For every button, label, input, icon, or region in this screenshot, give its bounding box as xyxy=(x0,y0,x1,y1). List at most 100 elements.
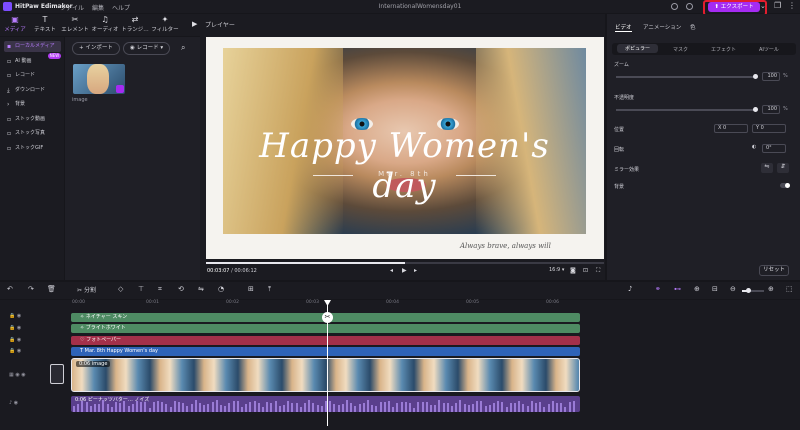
download-icon[interactable] xyxy=(686,3,693,10)
flip-vertical-icon[interactable]: ⇵ xyxy=(777,163,789,173)
tab-color[interactable]: 色 xyxy=(690,23,696,31)
import-button[interactable]: + インポート xyxy=(72,42,120,55)
zoom-out-icon[interactable]: ⊖ xyxy=(730,285,736,293)
audio-track-controls[interactable]: ♪ ◉ xyxy=(9,400,18,406)
waveform-bar xyxy=(157,401,159,412)
audio-clip[interactable]: 0:06 ピーナッツバター… ノイズ xyxy=(71,396,580,412)
fullscreen-icon[interactable]: ⛶ xyxy=(596,267,600,275)
opacity-value-input[interactable]: 100 xyxy=(762,105,780,114)
sidebar-item-local-media[interactable]: ▪ ローカルメディア xyxy=(4,41,61,52)
link-icon[interactable]: ⚭ xyxy=(655,285,661,293)
sidebar-item-stock-video[interactable]: ▫ ストック動画 xyxy=(4,114,61,125)
media-thumbnail[interactable] xyxy=(73,64,125,94)
split-label: 分割 xyxy=(83,287,96,294)
tab-elements[interactable]: ✂ エレメント xyxy=(60,15,90,33)
export-dropdown-icon[interactable]: ⌄ xyxy=(760,2,766,10)
play-icon[interactable]: ▶ xyxy=(402,267,407,274)
zoom-in-icon[interactable]: ⊕ xyxy=(768,285,774,293)
subtab-mask[interactable]: マスク xyxy=(673,46,688,53)
effect-track-clip[interactable]: ✧ ブライトホワイト xyxy=(71,324,580,333)
zoom-value-input[interactable]: 100 xyxy=(762,72,780,81)
microphone-icon[interactable]: ♪ xyxy=(628,285,632,293)
waveform-bar xyxy=(417,401,420,412)
track-lock-icon[interactable]: 🔒 ◉ xyxy=(9,313,21,319)
background-toggle[interactable] xyxy=(780,183,790,188)
subtab-effect[interactable]: エフェクト xyxy=(711,46,736,53)
sidebar-item-background[interactable]: › 背景 xyxy=(4,99,61,110)
magnet-icon[interactable]: ⊷ xyxy=(674,285,681,293)
aspect-ratio-select[interactable]: 16:9 ▾ xyxy=(549,267,564,273)
toolbar-more-icon[interactable]: ▶ xyxy=(192,20,197,28)
restore-window-icon[interactable]: ❐ xyxy=(774,1,781,10)
title-overlay-text[interactable]: Happy Women's day xyxy=(223,126,586,206)
tab-video[interactable]: ビデオ xyxy=(615,23,632,32)
split-button[interactable]: ✂ 分割 xyxy=(77,285,96,294)
track-cover-icon[interactable] xyxy=(50,364,64,384)
tab-animation[interactable]: アニメーション xyxy=(643,23,681,31)
reset-button[interactable]: リセット xyxy=(759,265,789,276)
preview-track-icon[interactable]: ⊕ xyxy=(694,285,700,293)
mirror-tool-icon[interactable]: ⇋ xyxy=(198,285,204,293)
sidebar-item-download[interactable]: ⤓ ダウンロード xyxy=(4,85,61,96)
menu-file[interactable]: ファイル xyxy=(60,3,84,12)
opacity-slider[interactable] xyxy=(616,107,758,112)
waveform-bar xyxy=(543,406,546,412)
crop-tool-icon[interactable]: ⌗ xyxy=(158,285,162,294)
record-dropdown[interactable]: ◉ レコード ▾ xyxy=(123,42,171,55)
extract-tool-icon[interactable]: ⤒ xyxy=(268,285,271,294)
playback-progress[interactable] xyxy=(206,262,604,264)
subtab-ai-tools[interactable]: AIツール xyxy=(759,46,779,53)
sidebar-item-record[interactable]: ▫ レコード xyxy=(4,70,61,81)
speed-tool-icon[interactable]: ◔ xyxy=(218,285,224,293)
rotation-dial-icon[interactable]: ◐ xyxy=(752,144,756,150)
date-overlay-text[interactable]: Mar. 8th xyxy=(223,170,586,178)
settings-icon[interactable] xyxy=(671,3,678,10)
video-clip[interactable]: 0:06 image xyxy=(71,358,580,392)
menu-help[interactable]: ヘルプ xyxy=(112,3,130,12)
redo-icon[interactable]: ↷ xyxy=(28,285,34,293)
timeline-zoom-slider[interactable] xyxy=(742,288,764,293)
rotation-value-input[interactable]: 0° xyxy=(762,144,786,153)
rotation-label: 回転 xyxy=(614,147,625,153)
tab-transitions[interactable]: ⇄ トランジ… xyxy=(120,15,150,33)
menu-kebab-icon[interactable]: ⋮ xyxy=(788,1,796,10)
flip-horizontal-icon[interactable]: ⇋ xyxy=(761,163,773,173)
track-lock-icon[interactable]: 🔒 ◉ xyxy=(9,325,21,331)
freeze-icon[interactable]: ◇ xyxy=(118,285,123,293)
tab-filters[interactable]: ✦ フィルター xyxy=(150,15,180,33)
track-lock-icon[interactable]: 🔒 ◉ xyxy=(9,337,21,343)
opacity-slider-knob[interactable] xyxy=(753,107,758,112)
position-x-input[interactable]: X 0 xyxy=(714,124,748,133)
video-track-controls[interactable]: ▦ ◉ ◉ xyxy=(9,372,26,378)
crop-icon[interactable]: ⊡ xyxy=(583,267,588,274)
undo-icon[interactable]: ↶ xyxy=(7,285,13,293)
sidebar-item-stock-gif[interactable]: ▫ ストックGIF xyxy=(4,143,61,154)
fit-timeline-icon[interactable]: ⬚ xyxy=(786,285,793,293)
rotate-tool-icon[interactable]: ⟲ xyxy=(178,285,184,293)
prev-frame-icon[interactable]: ◂ xyxy=(390,267,393,274)
export-button[interactable]: ⬆ エクスポート xyxy=(708,2,760,12)
next-frame-icon[interactable]: ▸ xyxy=(414,267,417,274)
split-scissors-icon[interactable]: ✂ xyxy=(322,312,333,323)
timeline-zoom-knob[interactable] xyxy=(746,288,751,293)
menu-edit[interactable]: 編集 xyxy=(92,3,104,12)
text-track-clip[interactable]: T Mar. 8th Happy Women's day xyxy=(71,347,580,356)
opacity-unit: % xyxy=(783,106,788,112)
snapshot-icon[interactable]: ◙ xyxy=(570,267,576,274)
tab-audio[interactable]: ♫ オーディオ xyxy=(90,15,120,33)
position-y-input[interactable]: Y 0 xyxy=(752,124,786,133)
tab-text[interactable]: T テキスト xyxy=(30,15,60,33)
fit-tool-icon[interactable]: ⊞ xyxy=(248,285,254,293)
zoom-slider[interactable] xyxy=(616,74,758,79)
search-icon[interactable]: ⌕ xyxy=(181,43,185,53)
delete-icon[interactable]: 🗑 xyxy=(47,285,56,293)
track-settings-icon[interactable]: ⊟ xyxy=(712,285,718,293)
subtab-popular[interactable]: ポピュラー xyxy=(617,44,659,53)
text-tool-icon[interactable]: ⊤ xyxy=(138,285,144,293)
zoom-slider-knob[interactable] xyxy=(753,74,758,79)
filter-track-clip[interactable]: ♡ フォトペーパー xyxy=(71,336,580,345)
sidebar-item-label: 背景 xyxy=(15,101,26,107)
sidebar-item-stock-photo[interactable]: ▫ ストック写真 xyxy=(4,128,61,139)
tab-media[interactable]: ▣ メディア xyxy=(0,15,30,33)
track-lock-icon[interactable]: 🔒 ◉ xyxy=(9,348,21,354)
